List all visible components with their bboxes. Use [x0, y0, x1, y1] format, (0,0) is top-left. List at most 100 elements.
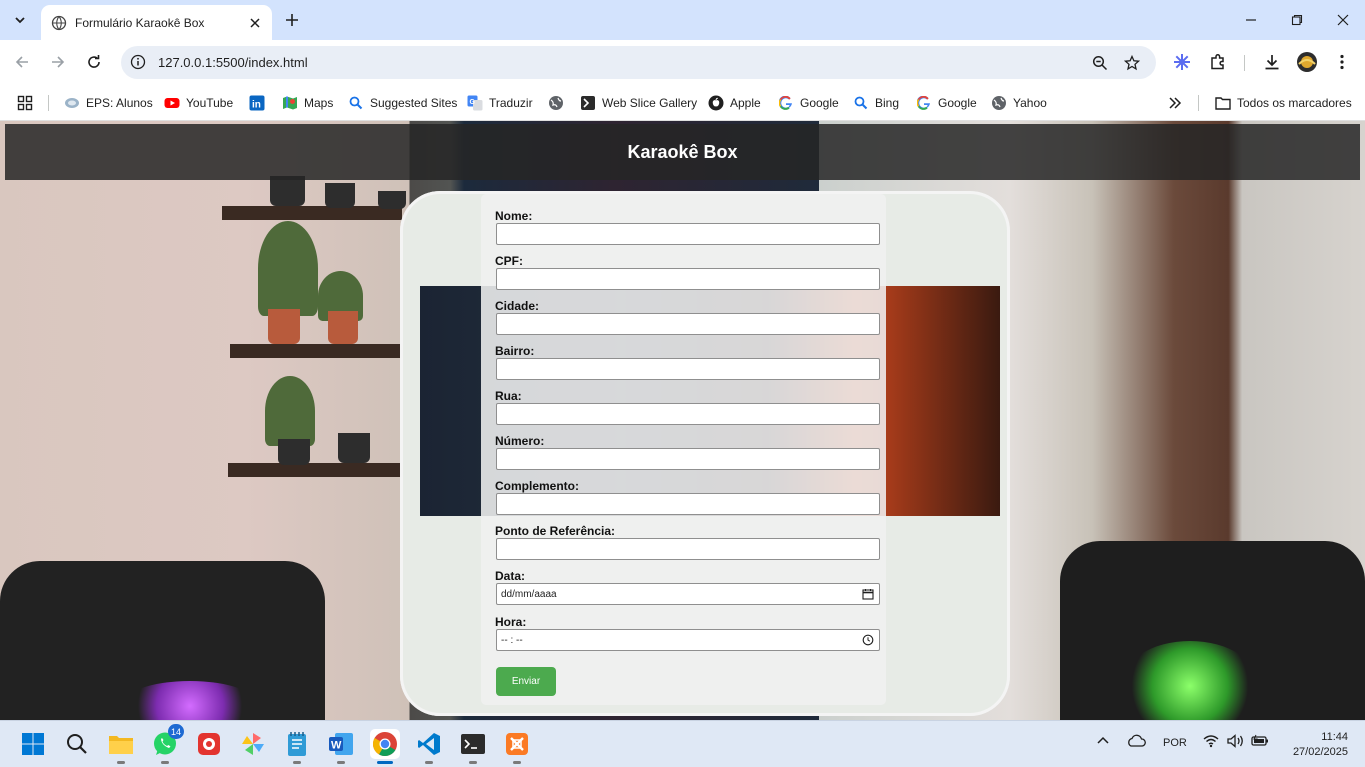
numero-input[interactable]: [496, 448, 880, 470]
bookmark-apple[interactable]: Apple: [708, 92, 761, 114]
apple-icon: [708, 95, 724, 111]
plant-pot: [328, 311, 358, 344]
google-icon: [778, 95, 794, 111]
vscode-button[interactable]: [414, 729, 444, 764]
page-viewport: Karaokê Box Nome: CPF: Cidade: Bairro: R…: [0, 121, 1365, 720]
date-placeholder: dd/mm/aaaa: [501, 588, 557, 600]
bookmark-globe[interactable]: [548, 92, 570, 114]
chevron-down-icon: [15, 17, 25, 24]
running-indicator: [469, 761, 477, 764]
download-icon[interactable]: [1261, 51, 1283, 73]
bookmark-google-2[interactable]: Google: [916, 92, 977, 114]
plant-pot: [325, 183, 355, 208]
bookmark-bing[interactable]: Bing: [853, 92, 899, 114]
bookmark-eps-alunos[interactable]: EPS: Alunos: [64, 92, 153, 114]
language-indicator[interactable]: POR: [1163, 737, 1187, 749]
pinwheel-icon: [242, 733, 264, 755]
bookmark-linkedin[interactable]: in: [249, 92, 271, 114]
field-bairro: Bairro:: [495, 344, 880, 389]
rua-input[interactable]: [496, 403, 880, 425]
address-bar[interactable]: 127.0.0.1:5500/index.html: [121, 46, 1156, 79]
bookmark-star-icon[interactable]: [1122, 53, 1142, 73]
xampp-button[interactable]: [502, 729, 532, 764]
extension-snowflake-icon[interactable]: [1171, 51, 1193, 73]
back-button[interactable]: [8, 48, 36, 76]
wifi-icon[interactable]: [1203, 734, 1219, 751]
chrome-button[interactable]: [370, 729, 400, 764]
volume-icon[interactable]: [1227, 734, 1245, 751]
terminal-button[interactable]: [458, 729, 488, 764]
start-button[interactable]: [18, 729, 48, 759]
new-tab-button[interactable]: [282, 10, 302, 30]
bookmark-yahoo[interactable]: Yahoo: [991, 92, 1047, 114]
calendar-icon[interactable]: [862, 588, 874, 600]
field-data: Data: dd/mm/aaaa: [495, 569, 880, 615]
tray-overflow-button[interactable]: [1096, 734, 1110, 751]
system-clock[interactable]: 11:44 27/02/2025: [1293, 730, 1348, 760]
recorder-app-button[interactable]: [194, 729, 224, 759]
tab-search-button[interactable]: [7, 7, 33, 33]
reload-button[interactable]: [80, 48, 108, 76]
more-bookmarks-button[interactable]: [1168, 92, 1182, 114]
forward-button[interactable]: [44, 48, 72, 76]
bookmark-suggested-sites[interactable]: Suggested Sites: [348, 92, 457, 114]
search-icon: [348, 95, 364, 111]
browser-tab[interactable]: Formulário Karaokê Box: [41, 5, 272, 40]
cpf-input[interactable]: [496, 268, 880, 290]
data-input[interactable]: dd/mm/aaaa: [496, 583, 880, 605]
terminal-icon: [461, 734, 485, 754]
reservation-form: Nome: CPF: Cidade: Bairro: Rua: Número: …: [481, 194, 886, 705]
minimize-button[interactable]: [1228, 0, 1274, 40]
bookmark-maps[interactable]: Maps: [282, 92, 333, 114]
whatsapp-button[interactable]: 14: [150, 724, 184, 764]
bookmark-youtube[interactable]: YouTube: [164, 92, 233, 114]
bookmark-web-slice-gallery[interactable]: Web Slice Gallery: [580, 92, 697, 114]
all-bookmarks-button[interactable]: Todos os marcadores: [1215, 92, 1352, 114]
field-label: Ponto de Referência:: [495, 524, 616, 538]
folder-icon: [109, 736, 133, 754]
apps-grid-button[interactable]: [17, 92, 33, 114]
bookmarks-divider: [48, 95, 49, 111]
close-window-button[interactable]: [1320, 0, 1365, 40]
hora-input[interactable]: -- : --: [496, 629, 880, 651]
ponto-referencia-input[interactable]: [496, 538, 880, 560]
submit-button[interactable]: Enviar: [496, 667, 556, 696]
bookmark-google[interactable]: Google: [778, 92, 839, 114]
field-numero: Número:: [495, 434, 880, 479]
menu-kebab-icon[interactable]: [1331, 51, 1353, 73]
xampp-icon: [506, 733, 528, 755]
cidade-input[interactable]: [496, 313, 880, 335]
notification-badge: 14: [167, 724, 184, 739]
bookmark-label: Google: [800, 96, 839, 110]
extensions-puzzle-icon[interactable]: [1207, 51, 1229, 73]
clock-icon[interactable]: [862, 634, 874, 646]
taskbar-search-button[interactable]: [62, 729, 92, 759]
tab-strip: Formulário Karaokê Box: [0, 0, 1365, 40]
profile-avatar[interactable]: [1296, 51, 1318, 73]
notepad-icon: [288, 732, 306, 756]
battery-icon[interactable]: [1251, 734, 1269, 751]
page-header: Karaokê Box: [5, 124, 1360, 180]
close-tab-icon[interactable]: [246, 14, 264, 32]
site-info-icon[interactable]: [129, 53, 147, 71]
restore-button[interactable]: [1274, 0, 1320, 40]
globe-icon: [548, 95, 564, 111]
word-button[interactable]: W: [326, 729, 356, 764]
file-explorer-button[interactable]: [106, 729, 136, 764]
google-icon: [916, 95, 932, 111]
plant-pot: [268, 309, 300, 344]
url-text[interactable]: 127.0.0.1:5500/index.html: [158, 55, 308, 70]
complemento-input[interactable]: [496, 493, 880, 515]
vscode-icon: [418, 733, 440, 755]
notepad-button[interactable]: [282, 729, 312, 764]
bookmark-traduzir[interactable]: G Traduzir: [467, 92, 533, 114]
tab-title: Formulário Karaokê Box: [75, 15, 205, 30]
onedrive-icon[interactable]: [1126, 734, 1146, 751]
running-indicator: [117, 761, 125, 764]
bookmark-label: YouTube: [186, 96, 234, 110]
shelf: [230, 344, 400, 358]
bairro-input[interactable]: [496, 358, 880, 380]
photos-app-button[interactable]: [238, 729, 268, 759]
nome-input[interactable]: [496, 223, 880, 245]
zoom-icon[interactable]: [1090, 53, 1110, 73]
